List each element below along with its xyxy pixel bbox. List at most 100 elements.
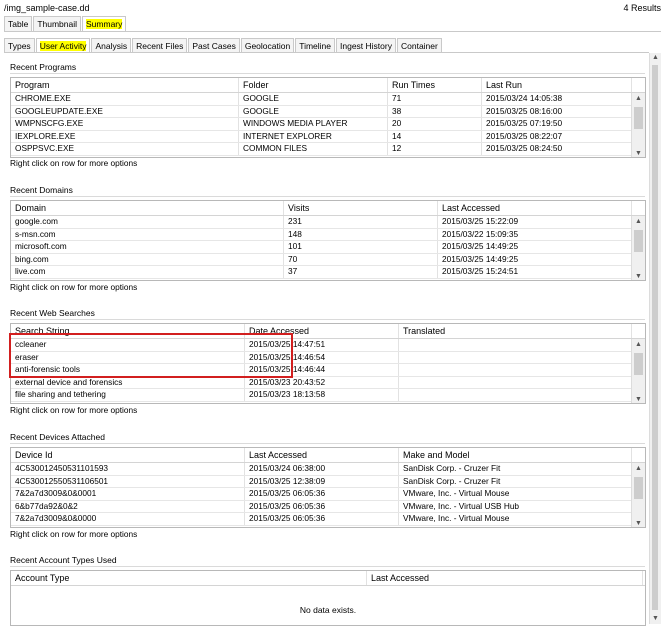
table-cell: 2015/03/25 14:49:25 (438, 241, 632, 253)
table-cell: 2015/03/25 14:49:25 (438, 253, 632, 265)
table-scroll-thumb[interactable] (634, 353, 643, 375)
page-scrollbar[interactable]: ▲ ▼ (649, 53, 661, 624)
table-cell: 2015/03/25 12:38:09 (245, 475, 399, 487)
table-cell: GOOGLEUPDATE.EXE (11, 105, 239, 117)
chevron-down-icon[interactable]: ▼ (632, 396, 645, 403)
table-row[interactable]: 7&2a7d3009&0&0001 2015/03/25 06:05:36 VMwa… (11, 488, 645, 501)
column-header[interactable]: Account Type (11, 571, 367, 585)
table-cell: 2015/03/23 18:13:58 (245, 389, 399, 401)
subtab-ingest-history[interactable]: Ingest History (336, 38, 396, 53)
table-row[interactable]: 4C530012550531106501 2015/03/25 12:38:09 S… (11, 475, 645, 488)
table-cell: 148 (284, 228, 438, 240)
table-row[interactable]: GOOGLEUPDATE.EXE GOOGLE 38 2015/03/25 08:16… (11, 105, 645, 118)
subtab-types[interactable]: Types (4, 38, 35, 53)
column-header[interactable]: Translated (399, 324, 632, 338)
tab-thumbnail[interactable]: Thumbnail (33, 16, 82, 31)
table-row[interactable]: google.com 231 2015/03/25 15:22:09 (11, 216, 645, 229)
table-row[interactable]: s-msn.com 148 2015/03/22 15:09:35 (11, 228, 645, 241)
section-divider (10, 566, 645, 567)
chevron-down-icon[interactable]: ▼ (632, 273, 645, 280)
column-header[interactable]: Last Accessed (438, 201, 632, 215)
table-row[interactable]: 6&b77da92&0&2 2015/03/25 06:05:36 VMware, … (11, 500, 645, 513)
table-scrollbar[interactable]: ▲ ▼ (631, 216, 645, 280)
table-scrollbar[interactable]: ▲ ▼ (631, 339, 645, 403)
table-scroll-thumb[interactable] (634, 107, 643, 129)
table-row[interactable]: IEXPLORE.EXE INTERNET EXPLORER 14 2015/03/2… (11, 130, 645, 143)
hint-text: Right click on row for more options (10, 405, 138, 415)
chevron-up-icon[interactable]: ▲ (632, 218, 645, 225)
subtab-container[interactable]: Container (396, 38, 442, 53)
tab-table[interactable]: Table (4, 16, 33, 31)
table-row[interactable]: file sharing and tethering 2015/03/23 18:… (11, 389, 645, 402)
recent-account-types-table[interactable]: No data exists. Account Type Last Accesse… (10, 570, 646, 626)
table-row[interactable]: OSPPSVC.EXE COMMON FILES 12 2015/03/25 08:2… (11, 143, 645, 156)
no-data-message: No data exists. (299, 605, 357, 615)
table-cell: 71 (388, 93, 482, 105)
page-scroll-thumb[interactable] (652, 65, 658, 610)
chevron-up-icon[interactable]: ▲ (632, 95, 645, 102)
chevron-up-icon[interactable]: ▲ (650, 54, 661, 61)
table-cell: 2015/03/25 06:05:36 (245, 513, 399, 525)
hint-text: Right click on row for more options (10, 529, 138, 539)
table-scrollbar[interactable]: ▲ ▼ (631, 93, 645, 157)
table-row[interactable]: external device and forensics 2015/03/23 … (11, 376, 645, 389)
table-scroll-thumb[interactable] (634, 477, 643, 499)
table-cell: 2015/03/25 15:22:09 (438, 216, 632, 228)
column-header[interactable]: Folder (239, 78, 388, 92)
column-header[interactable]: Device Id (11, 448, 245, 462)
column-header[interactable]: Run Times (388, 78, 482, 92)
table-scrollbar[interactable]: ▲ ▼ (631, 463, 645, 527)
subtab-past-cases[interactable]: Past Cases (188, 38, 240, 53)
table-row[interactable]: live.com 37 2015/03/25 15:24:51 (11, 266, 645, 279)
table-cell: 2015/03/25 07:19:50 (482, 118, 632, 130)
table-cell: COMMON FILES (239, 143, 388, 155)
table-cell: VMware, Inc. - Virtual Mouse (399, 488, 632, 500)
subtab-recent-files[interactable]: Recent Files (132, 38, 188, 53)
table-row[interactable]: 7&2a7d3009&0&0000 2015/03/25 06:05:36 VMwa… (11, 513, 645, 526)
table-cell: bing.com (11, 253, 284, 265)
tab-summary[interactable]: Summary (82, 16, 127, 31)
chevron-up-icon[interactable]: ▲ (632, 465, 645, 472)
column-header[interactable]: Last Accessed (367, 571, 643, 585)
subtab-timeline[interactable]: Timeline (295, 38, 336, 53)
tab-label: Geolocation (244, 41, 291, 51)
table-row[interactable]: bing.com 70 2015/03/25 14:49:25 (11, 253, 645, 266)
column-header[interactable]: Last Run (482, 78, 632, 92)
chevron-up-icon[interactable]: ▲ (632, 341, 645, 348)
chevron-down-icon[interactable]: ▼ (650, 615, 661, 622)
table-cell: 12 (388, 143, 482, 155)
table-cell: external device and forensics (11, 376, 245, 388)
column-header[interactable]: Program (11, 78, 239, 92)
recent-domains-table[interactable]: Domain Visits Last Accessed google.com 231 20… (10, 200, 646, 281)
table-cell: 20 (388, 118, 482, 130)
column-header[interactable]: Last Accessed (245, 448, 399, 462)
subtab-analysis[interactable]: Analysis (91, 38, 132, 53)
table-row[interactable]: microsoft.com 101 2015/03/25 14:49:25 (11, 241, 645, 254)
table-scroll-thumb[interactable] (634, 230, 643, 252)
table-row[interactable]: WMPNSCFG.EXE WINDOWS MEDIA PLAYER 20 2015/0… (11, 118, 645, 131)
table-cell: GOOGLE (239, 105, 388, 117)
table-cell: 4C530012550531106501 (11, 475, 245, 487)
recent-devices-table[interactable]: Device Id Last Accessed Make and Model 4C53… (10, 447, 646, 528)
table-cell: 2015/03/25 15:24:51 (438, 266, 632, 278)
top-tab-bar: Table Thumbnail Summary (4, 16, 127, 31)
table-cell: 7&2a7d3009&0&0000 (11, 513, 245, 525)
table-cell: 2015/03/25 08:24:50 (482, 143, 632, 155)
table-cell: google.com (11, 216, 284, 228)
column-header[interactable]: Visits (284, 201, 438, 215)
recent-programs-table[interactable]: Program Folder Run Times Last Run CHROME.EXE… (10, 77, 646, 158)
table-cell: 2015/03/25 06:05:36 (245, 488, 399, 500)
column-header[interactable]: Domain (11, 201, 284, 215)
column-header[interactable]: Make and Model (399, 448, 632, 462)
chevron-down-icon[interactable]: ▼ (632, 520, 645, 527)
tab-label: Types (8, 41, 31, 51)
subtab-geolocation[interactable]: Geolocation (240, 38, 295, 53)
chevron-down-icon[interactable]: ▼ (632, 150, 645, 157)
tab-label: Timeline (299, 41, 332, 51)
table-cell: 2015/03/24 14:05:38 (482, 93, 632, 105)
table-cell: CHROME.EXE (11, 93, 239, 105)
table-row[interactable]: CHROME.EXE GOOGLE 71 2015/03/24 14:05:38 (11, 93, 645, 106)
table-row[interactable]: 4C530012450531101593 2015/03/24 06:38:00 S… (11, 463, 645, 476)
table-cell: 38 (388, 105, 482, 117)
subtab-user-activity[interactable]: User Activity (35, 38, 91, 53)
